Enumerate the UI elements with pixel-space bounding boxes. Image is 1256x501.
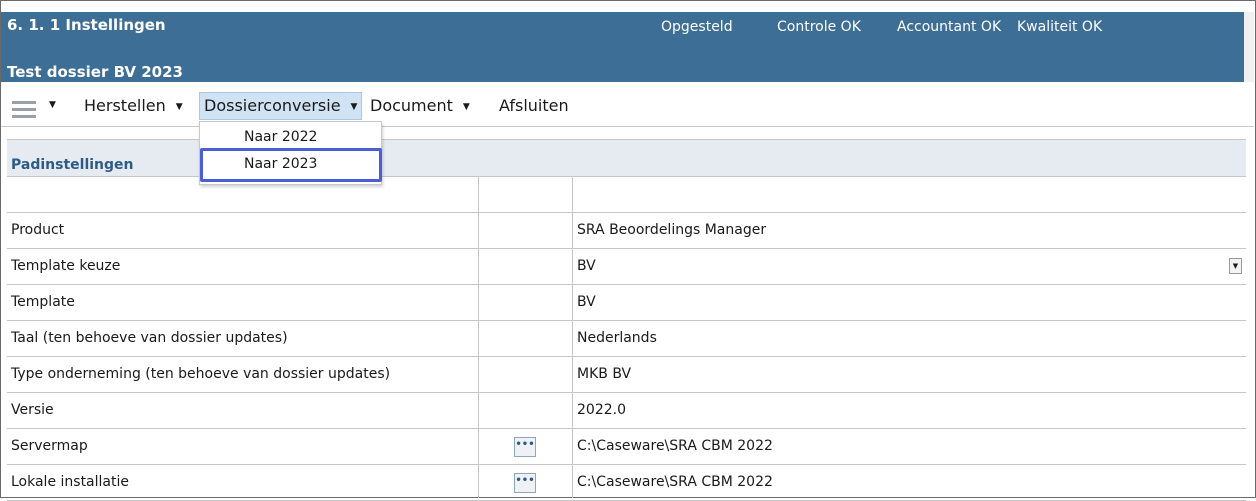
- menu-afsluiten[interactable]: Afsluiten: [499, 93, 569, 119]
- template-select-value[interactable]: BV: [577, 249, 596, 284]
- row-value: C:\Caseware\SRA CBM 2022: [577, 474, 773, 490]
- row-value: BV: [577, 294, 596, 310]
- row-label: Product: [11, 222, 65, 238]
- status-opgesteld[interactable]: Opgesteld: [661, 19, 733, 35]
- row-value: 2022.0: [577, 402, 626, 418]
- status-controle[interactable]: Controle OK: [777, 19, 861, 35]
- status-accountant[interactable]: Accountant OK: [897, 19, 1001, 35]
- table-row[interactable]: Template keuze BV ▼: [7, 248, 1246, 284]
- table-section-header: Padinstellingen: [7, 139, 1246, 176]
- ellipsis-icon[interactable]: •••: [514, 473, 536, 493]
- table-row[interactable]: Product SRA Beoordelings Manager: [7, 212, 1246, 248]
- page-header: 6. 1. 1 Instellingen Test dossier BV 202…: [1, 12, 1244, 82]
- menu-document[interactable]: Document ▼: [370, 93, 470, 119]
- table-row[interactable]: Template BV: [7, 284, 1246, 320]
- menu-option-naar-2022[interactable]: Naar 2022: [244, 129, 317, 145]
- section-title: Padinstellingen: [11, 157, 134, 173]
- settings-table: Padinstellingen Product SRA Beoordelings…: [7, 139, 1246, 501]
- highlight-frame: [200, 148, 382, 182]
- dossier-title: Test dossier BV 2023: [7, 63, 183, 81]
- menu-bar: ▼ Herstellen ▼ Dossierconversie ▼ Document…: [1, 82, 1254, 128]
- table-row[interactable]: Type onderneming (ten behoeve van dossie…: [7, 356, 1246, 392]
- caret-down-icon: ▼: [175, 101, 183, 112]
- row-label: Template: [11, 294, 75, 310]
- row-label: Template keuze: [11, 258, 121, 274]
- menu-document-label: Document: [370, 96, 453, 115]
- caret-down-icon: ▼: [350, 101, 358, 112]
- menu-afsluiten-label: Afsluiten: [499, 96, 569, 115]
- table-row-empty: [7, 176, 1246, 212]
- caret-down-icon: ▼: [462, 101, 470, 112]
- select-arrow-icon[interactable]: ▼: [1229, 258, 1242, 274]
- row-label: Servermap: [11, 438, 88, 454]
- table-row[interactable]: Versie 2022.0: [7, 392, 1246, 428]
- menu-herstellen-label: Herstellen: [84, 96, 166, 115]
- hamburger-icon[interactable]: [12, 101, 36, 119]
- row-value: SRA Beoordelings Manager: [577, 222, 767, 238]
- row-value: Nederlands: [577, 330, 657, 346]
- caret-down-icon[interactable]: ▼: [49, 100, 56, 110]
- ellipsis-icon[interactable]: •••: [514, 437, 536, 457]
- menu-dossierconversie[interactable]: Dossierconversie ▼: [199, 92, 363, 120]
- row-label: Taal (ten behoeve van dossier updates): [11, 330, 288, 346]
- row-value: MKB BV: [577, 366, 632, 382]
- row-value: C:\Caseware\SRA CBM 2022: [577, 438, 773, 454]
- row-label: Lokale installatie: [11, 474, 129, 490]
- menu-divider: [1, 126, 1254, 127]
- menu-herstellen[interactable]: Herstellen ▼: [84, 93, 183, 119]
- table-row[interactable]: Servermap ••• C:\Caseware\SRA CBM 2022: [7, 428, 1246, 464]
- page-title: 6. 1. 1 Instellingen: [7, 16, 166, 34]
- scrollbar-track[interactable]: [1244, 12, 1254, 82]
- menu-dossierconversie-label: Dossierconversie: [204, 96, 341, 115]
- status-kwaliteit[interactable]: Kwaliteit OK: [1017, 19, 1102, 35]
- table-row[interactable]: Taal (ten behoeve van dossier updates) N…: [7, 320, 1246, 356]
- row-label: Type onderneming (ten behoeve van dossie…: [11, 366, 391, 382]
- table-row[interactable]: Lokale installatie ••• C:\Caseware\SRA C…: [7, 464, 1246, 501]
- row-label: Versie: [11, 402, 54, 418]
